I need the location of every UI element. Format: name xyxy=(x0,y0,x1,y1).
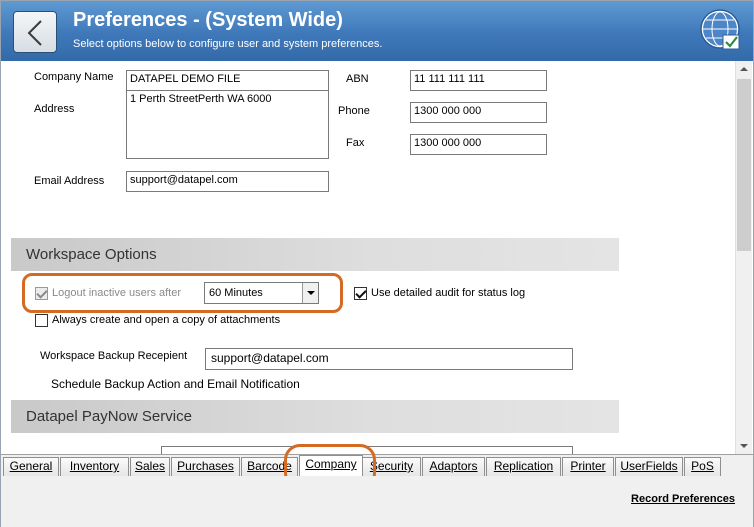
backup-recipient-field[interactable]: support@datapel.com xyxy=(205,348,573,370)
fax-label: Fax xyxy=(346,137,365,149)
back-arrow-icon xyxy=(27,20,42,46)
phone-label: Phone xyxy=(338,105,370,117)
page-title: Preferences - (System Wide) xyxy=(73,9,343,31)
paynow-service-title: Datapel PayNow Service xyxy=(26,408,192,425)
globe-check-icon xyxy=(700,9,740,50)
company-panel: Company Name DATAPEL DEMO FILE Address 1… xyxy=(1,61,735,454)
page-subtitle: Select options below to configure user a… xyxy=(73,38,383,50)
content-scrollbar[interactable] xyxy=(735,61,752,454)
copy-attachments-label: Always create and open a copy of attachm… xyxy=(52,314,281,326)
tab-inventory[interactable]: Inventory xyxy=(60,457,129,476)
tab-userfields[interactable]: UserFields xyxy=(615,457,683,476)
backup-recipient-label: Workspace Backup Recepient xyxy=(40,350,188,362)
tab-replication[interactable]: Replication xyxy=(486,457,561,476)
abn-field[interactable]: 11 111 111 111 xyxy=(410,70,547,91)
abn-label: ABN xyxy=(346,73,369,85)
company-name-label: Company Name xyxy=(34,71,114,83)
detailed-audit-label: Use detailed audit for status log xyxy=(371,287,526,299)
phone-field[interactable]: 1300 000 000 xyxy=(410,102,547,123)
company-name-field[interactable]: DATAPEL DEMO FILE xyxy=(126,70,329,91)
address-label: Address xyxy=(34,103,75,115)
tab-printer[interactable]: Printer xyxy=(562,457,614,476)
workspace-options-header: Workspace Options xyxy=(11,238,619,271)
tab-general[interactable]: General xyxy=(3,457,59,476)
schedule-backup-link[interactable]: Schedule Backup Action and Email Notific… xyxy=(51,377,300,391)
scroll-down-icon[interactable] xyxy=(736,438,752,454)
detailed-audit-checkbox[interactable] xyxy=(354,287,367,300)
preferences-window: Preferences - (System Wide) Select optio… xyxy=(0,0,754,527)
header-bar: Preferences - (System Wide) Select optio… xyxy=(1,1,753,61)
copy-attachments-checkbox[interactable] xyxy=(35,314,48,327)
email-label: Email Address xyxy=(34,175,105,187)
record-preferences-link[interactable]: Record Preferences xyxy=(631,493,735,505)
tab-pos[interactable]: PoS xyxy=(684,457,721,476)
paynow-service-header: Datapel PayNow Service xyxy=(11,400,619,433)
scroll-up-icon[interactable] xyxy=(736,61,752,77)
address-field[interactable]: 1 Perth StreetPerth WA 6000 xyxy=(126,90,329,159)
footer-bar: Record Preferences xyxy=(1,476,753,527)
tab-purchases[interactable]: Purchases xyxy=(171,457,240,476)
logout-highlight-outline xyxy=(22,273,343,313)
scroll-thumb[interactable] xyxy=(737,79,751,251)
preferences-tabstrip: General Inventory Sales Purchases Barcod… xyxy=(1,454,753,477)
fax-field[interactable]: 1300 000 000 xyxy=(410,134,547,155)
email-field[interactable]: support@datapel.com xyxy=(126,171,329,192)
back-button[interactable] xyxy=(13,11,57,53)
tab-adaptors[interactable]: Adaptors xyxy=(422,457,485,476)
workspace-options-title: Workspace Options xyxy=(26,246,157,263)
tab-sales[interactable]: Sales xyxy=(130,457,170,476)
